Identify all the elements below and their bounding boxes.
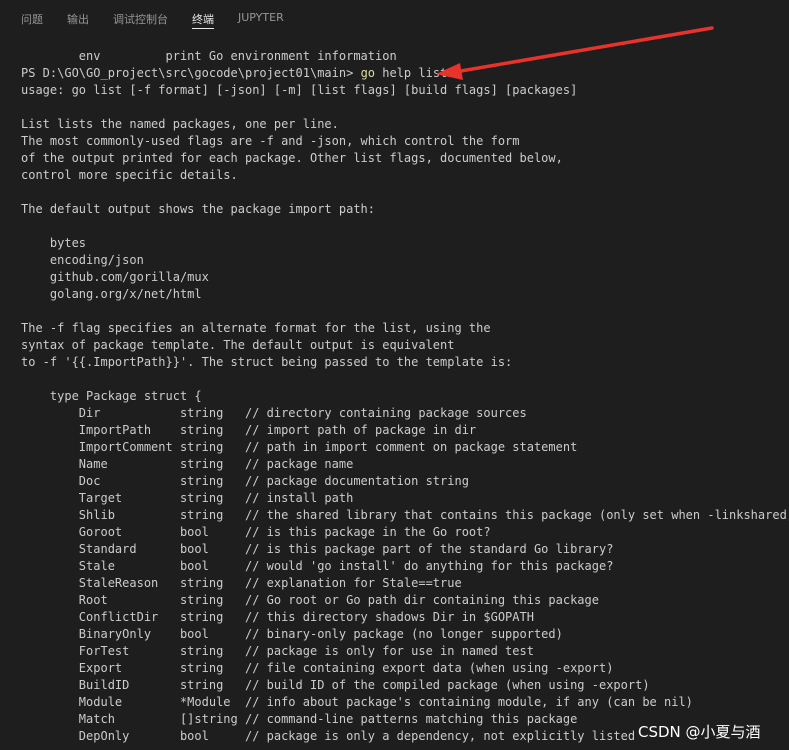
terminal-line: The default output shows the package imp… (21, 202, 376, 216)
terminal-line: encoding/json (21, 253, 144, 267)
terminal-prompt-line: PS D:\GO\GO_project\src\gocode\project01… (21, 65, 447, 82)
terminal-line: type Package struct { (21, 389, 202, 403)
terminal-line: env print Go environment information (21, 49, 397, 63)
terminal-line: Root string // Go root or Go path dir co… (21, 593, 599, 607)
command-keyword: go (360, 66, 376, 80)
terminal-line: Shlib string // the shared library that … (21, 508, 789, 522)
terminal-prompt: PS D:\GO\GO_project\src\gocode\project01… (21, 66, 361, 80)
terminal-line: syntax of package template. The default … (21, 338, 455, 352)
terminal-line: Match []string // command-line patterns … (21, 712, 578, 726)
terminal-line: to -f '{{.ImportPath}}'. The struct bein… (21, 355, 513, 369)
terminal-line: DepOnly bool // package is only a depend… (21, 729, 636, 743)
terminal-line: ImportComment string // path in import c… (21, 440, 578, 454)
terminal-line: Standard bool // is this package part of… (21, 542, 614, 556)
terminal-line: The -f flag specifies an alternate forma… (21, 321, 491, 335)
watermark: CSDN @小夏与酒 (638, 723, 761, 741)
terminal-line: of the output printed for each package. … (21, 151, 563, 165)
terminal-line: ForTest string // package is only for us… (21, 644, 534, 658)
terminal-line: List lists the named packages, one per l… (21, 117, 339, 131)
terminal-line: ConflictDir string // this directory sha… (21, 610, 534, 624)
terminal-line: Stale bool // would 'go install' do anyt… (21, 559, 614, 573)
terminal-line: Dir string // directory containing packa… (21, 406, 527, 420)
terminal-line: BinaryOnly bool // binary-only package (… (21, 627, 563, 641)
terminal-line: golang.org/x/net/html (21, 287, 202, 301)
terminal-line: Module *Module // info about package's c… (21, 695, 693, 709)
terminal-line: StaleReason string // explanation for St… (21, 576, 462, 590)
terminal-line: bytes (21, 236, 87, 250)
terminal-line: github.com/gorilla/mux (21, 270, 209, 284)
terminal-line: Doc string // package documentation stri… (21, 474, 469, 488)
terminal-line: Target string // install path (21, 491, 354, 505)
terminal-line: BuildID string // build ID of the compil… (21, 678, 650, 692)
terminal-line: control more specific details. (21, 168, 238, 182)
terminal-line: usage: go list [-f format] [-json] [-m] … (21, 83, 578, 97)
terminal-line: The most commonly-used flags are -f and … (21, 134, 520, 148)
command-args: help list (375, 66, 448, 80)
terminal-line: Goroot bool // is this package in the Go… (21, 525, 491, 539)
terminal-line: Export string // file containing export … (21, 661, 614, 675)
terminal-output[interactable]: env print Go environment information PS … (0, 0, 789, 750)
terminal-line: Name string // package name (21, 457, 354, 471)
terminal-line: ImportPath string // import path of pack… (21, 423, 477, 437)
